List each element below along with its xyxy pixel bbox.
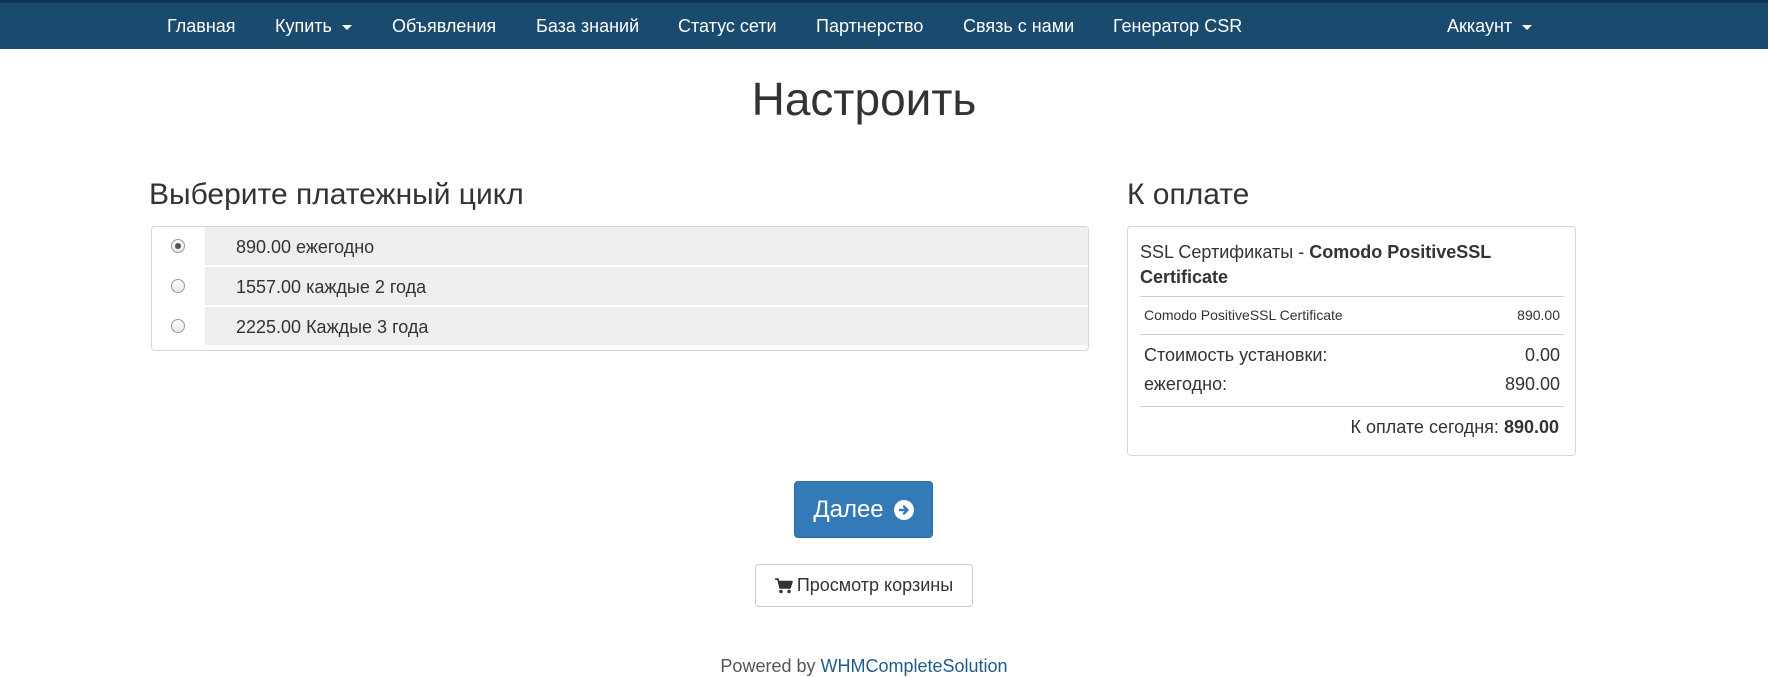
billing-option-triennial[interactable]: 2225.00 Каждые 3 года xyxy=(152,307,1088,347)
billing-radio-biennial[interactable] xyxy=(171,279,185,293)
total-value: 890.00 xyxy=(1503,417,1559,437)
setup-fee-label: Стоимость установки: xyxy=(1144,345,1328,365)
setup-fee-value: 0.00 xyxy=(1524,345,1560,365)
billing-radio-annual[interactable] xyxy=(171,239,185,253)
billing-option-label[interactable]: 890.00 ежегодно xyxy=(205,227,1088,265)
summary-line-item: Comodo PositiveSSL Certificate 890.00 xyxy=(1144,307,1560,323)
caret-down-icon xyxy=(1522,24,1533,30)
divider xyxy=(1140,406,1564,407)
billing-option-label[interactable]: 2225.00 Каждые 3 года xyxy=(205,307,1088,345)
arrow-circle-right-icon xyxy=(893,499,914,520)
radio-cell xyxy=(152,267,204,307)
radio-cell xyxy=(152,227,204,267)
summary-product-title: SSL Сертификаты - Comodo PositiveSSL Cer… xyxy=(1140,240,1560,290)
footer-prefix: Powered by xyxy=(720,656,821,676)
billing-option-label[interactable]: 1557.00 каждые 2 года xyxy=(205,267,1088,305)
line-item-price: 890.00 xyxy=(1517,307,1560,323)
order-summary-heading: К оплате xyxy=(1127,178,1250,211)
radio-cell xyxy=(152,307,204,347)
nav-home[interactable]: Главная xyxy=(167,3,236,49)
billing-radio-triennial[interactable] xyxy=(171,319,185,333)
top-navbar: Главная Купить Объявления База знаний Ст… xyxy=(0,0,1768,49)
product-group: SSL Сертификаты - xyxy=(1140,242,1310,262)
continue-button[interactable]: Далее xyxy=(794,481,933,538)
divider xyxy=(1140,334,1564,335)
nav-account[interactable]: Аккаунт xyxy=(1447,3,1533,49)
divider xyxy=(1140,296,1564,297)
total-due-today: К оплате сегодня: 890.00 xyxy=(1351,417,1559,438)
nav-account-label: Аккаунт xyxy=(1447,16,1513,36)
view-cart-label: Просмотр корзины xyxy=(796,575,954,595)
cycle-price-label: ежегодно: xyxy=(1144,374,1228,394)
nav-partnership[interactable]: Партнерство xyxy=(816,3,923,49)
billing-option-annual[interactable]: 890.00 ежегодно xyxy=(152,227,1088,267)
nav-announcements[interactable]: Объявления xyxy=(392,3,496,49)
line-item-name: Comodo PositiveSSL Certificate xyxy=(1144,307,1343,323)
nav-knowledgebase[interactable]: База знаний xyxy=(536,3,639,49)
billing-cycle-heading: Выберите платежный цикл xyxy=(149,178,524,211)
nav-buy[interactable]: Купить xyxy=(275,3,352,49)
shopping-cart-icon xyxy=(774,577,793,593)
nav-buy-label: Купить xyxy=(275,16,332,36)
nav-contact[interactable]: Связь с нами xyxy=(963,3,1074,49)
billing-option-biennial[interactable]: 1557.00 каждые 2 года xyxy=(152,267,1088,307)
page-title: Настроить xyxy=(751,73,977,125)
total-label: К оплате сегодня: xyxy=(1350,417,1504,437)
caret-down-icon xyxy=(341,24,352,30)
summary-setup-fee: Стоимость установки: 0.00 xyxy=(1144,345,1560,366)
summary-cycle-price: ежегодно: 890.00 xyxy=(1144,374,1560,395)
order-summary-panel: SSL Сертификаты - Comodo PositiveSSL Cer… xyxy=(1127,226,1576,456)
footer: Powered by WHMCompleteSolution xyxy=(0,656,1728,677)
nav-network-status[interactable]: Статус сети xyxy=(678,3,777,49)
continue-button-label: Далее xyxy=(813,495,884,523)
footer-link[interactable]: WHMCompleteSolution xyxy=(820,656,1007,676)
billing-cycle-panel: 890.00 ежегодно 1557.00 каждые 2 года 22… xyxy=(151,226,1089,351)
cycle-price-value: 890.00 xyxy=(1504,374,1560,394)
nav-csr-generator[interactable]: Генератор CSR xyxy=(1113,3,1242,49)
view-cart-button[interactable]: Просмотр корзины xyxy=(755,564,973,607)
